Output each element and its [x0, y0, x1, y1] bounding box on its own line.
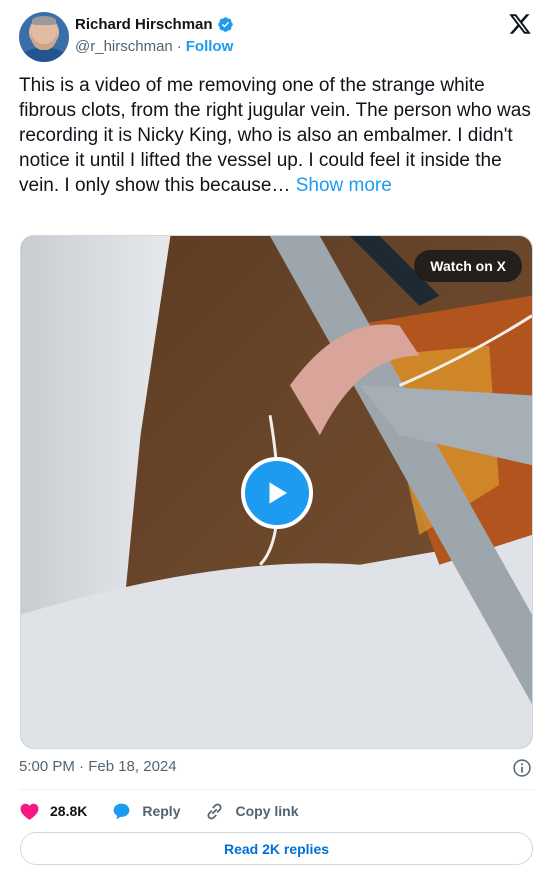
show-more-link[interactable]: Show more [296, 175, 392, 196]
heart-icon [20, 803, 39, 820]
separator-dot: · [176, 38, 182, 55]
read-replies-button[interactable]: Read 2K replies [20, 832, 533, 865]
play-icon [269, 482, 287, 504]
handle-row: @r_hirschman · Follow [75, 38, 233, 55]
tweet-text: This is a video of me removing one of th… [19, 73, 534, 198]
watch-on-x-button[interactable]: Watch on X [414, 250, 522, 282]
reply-label: Reply [142, 803, 181, 819]
verified-badge-icon [217, 17, 233, 32]
action-bar: 28.8K Reply Copy link [19, 800, 323, 822]
avatar[interactable] [19, 12, 69, 62]
copy-link-button[interactable]: Copy link [204, 801, 299, 822]
author-handle[interactable]: @r_hirschman [75, 38, 173, 55]
video-player[interactable]: Watch on X [20, 235, 533, 749]
like-count: 28.8K [50, 803, 88, 819]
copy-link-label: Copy link [235, 803, 299, 819]
play-button[interactable] [241, 457, 313, 529]
divider [19, 789, 534, 790]
author-name[interactable]: Richard Hirschman [75, 16, 213, 33]
tweet-body: This is a video of me removing one of th… [19, 75, 531, 196]
reply-button[interactable]: Reply [111, 801, 180, 822]
follow-button[interactable]: Follow [186, 38, 234, 55]
info-icon[interactable] [512, 758, 532, 778]
like-button[interactable]: 28.8K [19, 801, 87, 822]
tweet-timestamp[interactable]: 5:00 PM · Feb 18, 2024 [19, 758, 177, 775]
author-name-row: Richard Hirschman [75, 16, 234, 33]
x-logo-icon[interactable] [508, 12, 532, 36]
tweet-header: Richard Hirschman @r_hirschman · Follow [19, 12, 534, 62]
link-icon [207, 803, 222, 819]
reply-bubble-icon [113, 803, 130, 819]
